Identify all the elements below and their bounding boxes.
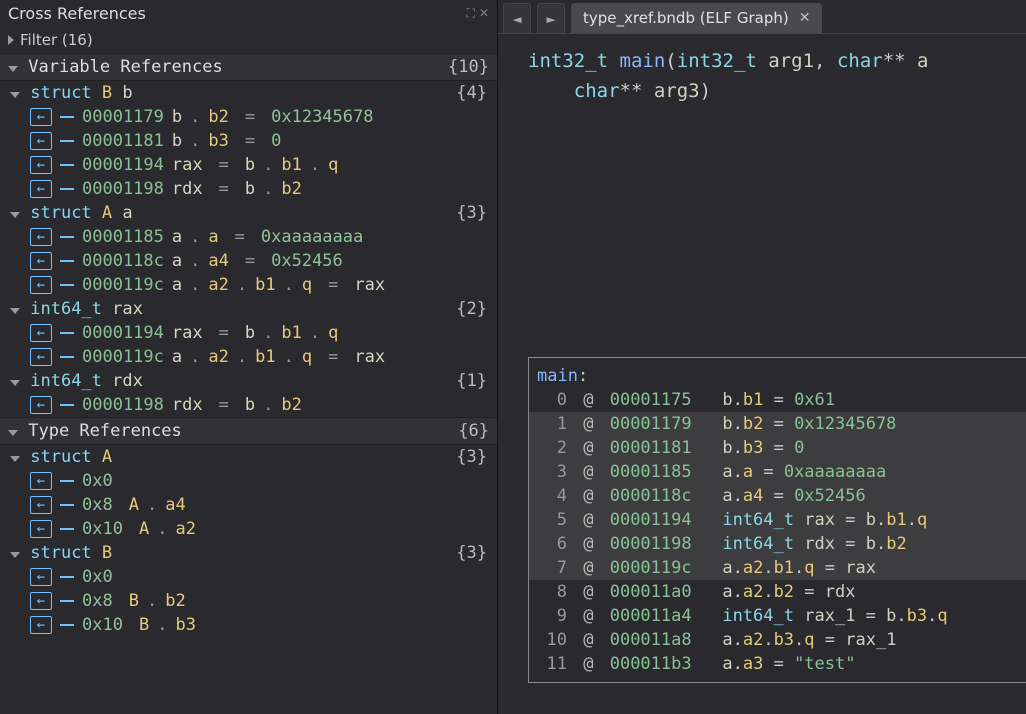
xref-row[interactable]: 00001185 a.a = 0xaaaaaaaa bbox=[0, 225, 497, 249]
chevron-right-icon bbox=[8, 35, 14, 45]
il-instruction-row[interactable]: 3 @ 00001185 a.a = 0xaaaaaaaa bbox=[529, 460, 1026, 484]
close-icon[interactable]: ✕ bbox=[799, 10, 811, 26]
chevron-down-icon bbox=[8, 66, 18, 72]
xref-row[interactable]: 0x8 A.a4 bbox=[0, 493, 497, 517]
xref-row[interactable]: 00001198 rdx = b.b2 bbox=[0, 177, 497, 201]
il-instruction-row[interactable]: 0 @ 00001175 b.b1 = 0x61 bbox=[529, 388, 1026, 412]
xref-row[interactable]: 00001194 rax = b.b1.q bbox=[0, 153, 497, 177]
xref-row[interactable]: 0000119c a.a2.b1.q = rax bbox=[0, 345, 497, 369]
xref-row[interactable]: 00001181 b.b3 = 0 bbox=[0, 129, 497, 153]
function-signature-line-1: int32_t main(int32_t arg1, char** a bbox=[528, 46, 1026, 76]
panel-title: Cross References bbox=[8, 4, 146, 23]
chevron-down-icon bbox=[10, 308, 20, 314]
code-view-panel: ◄ ► type_xref.bndb (ELF Graph) ✕ int32_t… bbox=[498, 0, 1026, 714]
incoming-ref-icon bbox=[30, 568, 52, 586]
il-instruction-row[interactable]: 11 @ 000011b3 a.a3 = "test" bbox=[529, 652, 1026, 676]
code-area[interactable]: int32_t main(int32_t arg1, char** a char… bbox=[498, 34, 1026, 714]
xref-row[interactable]: 0x8 B.b2 bbox=[0, 589, 497, 613]
incoming-ref-icon bbox=[30, 616, 52, 634]
incoming-ref-icon bbox=[30, 252, 52, 270]
close-panel-icon[interactable]: ✕ bbox=[479, 6, 489, 21]
xref-group-header[interactable]: struct B{3} bbox=[0, 541, 497, 565]
il-block: main: 0 @ 00001175 b.b1 = 0x611 @ 000011… bbox=[528, 357, 1026, 683]
nav-forward-button[interactable]: ► bbox=[537, 3, 565, 33]
variable-references-header[interactable]: Variable References {10} bbox=[0, 53, 497, 81]
incoming-ref-icon bbox=[30, 108, 52, 126]
incoming-ref-icon bbox=[30, 324, 52, 342]
xref-row[interactable]: 0x10 B.b3 bbox=[0, 613, 497, 637]
panel-title-bar: Cross References ⛶ ✕ bbox=[0, 0, 497, 27]
xref-row[interactable]: 0x0 bbox=[0, 565, 497, 589]
tab-label: type_xref.bndb (ELF Graph) bbox=[583, 9, 789, 27]
il-instruction-row[interactable]: 10 @ 000011a8 a.a2.b3.q = rax_1 bbox=[529, 628, 1026, 652]
xref-group-header[interactable]: int64_t rax{2} bbox=[0, 297, 497, 321]
incoming-ref-icon bbox=[30, 348, 52, 366]
incoming-ref-icon bbox=[30, 472, 52, 490]
cross-references-panel: Cross References ⛶ ✕ Filter (16) Variabl… bbox=[0, 0, 498, 714]
il-instruction-row[interactable]: 9 @ 000011a4 int64_t rax_1 = b.b3.q bbox=[529, 604, 1026, 628]
xref-group-header[interactable]: int64_t rdx{1} bbox=[0, 369, 497, 393]
il-instruction-row[interactable]: 5 @ 00001194 int64_t rax = b.b1.q bbox=[529, 508, 1026, 532]
chevron-down-icon bbox=[10, 92, 20, 98]
xref-row[interactable]: 0000118c a.a4 = 0x52456 bbox=[0, 249, 497, 273]
il-instruction-row[interactable]: 7 @ 0000119c a.a2.b1.q = rax bbox=[529, 556, 1026, 580]
filter-row[interactable]: Filter (16) bbox=[0, 27, 497, 53]
xref-row[interactable]: 00001179 b.b2 = 0x12345678 bbox=[0, 105, 497, 129]
incoming-ref-icon bbox=[30, 228, 52, 246]
incoming-ref-icon bbox=[30, 396, 52, 414]
il-instruction-row[interactable]: 4 @ 0000118c a.a4 = 0x52456 bbox=[529, 484, 1026, 508]
chevron-down-icon bbox=[10, 552, 20, 558]
nav-back-button[interactable]: ◄ bbox=[503, 3, 531, 33]
xref-group-header[interactable]: struct B b{4} bbox=[0, 81, 497, 105]
il-label-row[interactable]: main: bbox=[529, 364, 1026, 388]
incoming-ref-icon bbox=[30, 592, 52, 610]
il-instruction-row[interactable]: 6 @ 00001198 int64_t rdx = b.b2 bbox=[529, 532, 1026, 556]
chevron-down-icon bbox=[10, 380, 20, 386]
chevron-down-icon bbox=[10, 212, 20, 218]
il-instruction-row[interactable]: 8 @ 000011a0 a.a2.b2 = rdx bbox=[529, 580, 1026, 604]
xref-row[interactable]: 0x10 A.a2 bbox=[0, 517, 497, 541]
xref-row[interactable]: 00001194 rax = b.b1.q bbox=[0, 321, 497, 345]
type-references-header[interactable]: Type References {6} bbox=[0, 417, 497, 445]
incoming-ref-icon bbox=[30, 180, 52, 198]
incoming-ref-icon bbox=[30, 496, 52, 514]
function-signature-line-2: char** arg3) bbox=[528, 76, 1026, 106]
chevron-down-icon bbox=[10, 456, 20, 462]
xref-group-header[interactable]: struct A a{3} bbox=[0, 201, 497, 225]
xref-row[interactable]: 0x0 bbox=[0, 469, 497, 493]
xref-row[interactable]: 0000119c a.a2.b1.q = rax bbox=[0, 273, 497, 297]
filter-label: Filter (16) bbox=[20, 31, 93, 49]
incoming-ref-icon bbox=[30, 276, 52, 294]
xref-row[interactable]: 00001198 rdx = b.b2 bbox=[0, 393, 497, 417]
il-instruction-row[interactable]: 2 @ 00001181 b.b3 = 0 bbox=[529, 436, 1026, 460]
incoming-ref-icon bbox=[30, 156, 52, 174]
chevron-down-icon bbox=[8, 430, 18, 436]
il-instruction-row[interactable]: 1 @ 00001179 b.b2 = 0x12345678 bbox=[529, 412, 1026, 436]
incoming-ref-icon bbox=[30, 520, 52, 538]
tab-type-xref[interactable]: type_xref.bndb (ELF Graph) ✕ bbox=[571, 3, 822, 33]
incoming-ref-icon bbox=[30, 132, 52, 150]
tab-bar: ◄ ► type_xref.bndb (ELF Graph) ✕ bbox=[498, 0, 1026, 34]
xref-group-header[interactable]: struct A{3} bbox=[0, 445, 497, 469]
expand-icon[interactable]: ⛶ bbox=[467, 6, 475, 21]
